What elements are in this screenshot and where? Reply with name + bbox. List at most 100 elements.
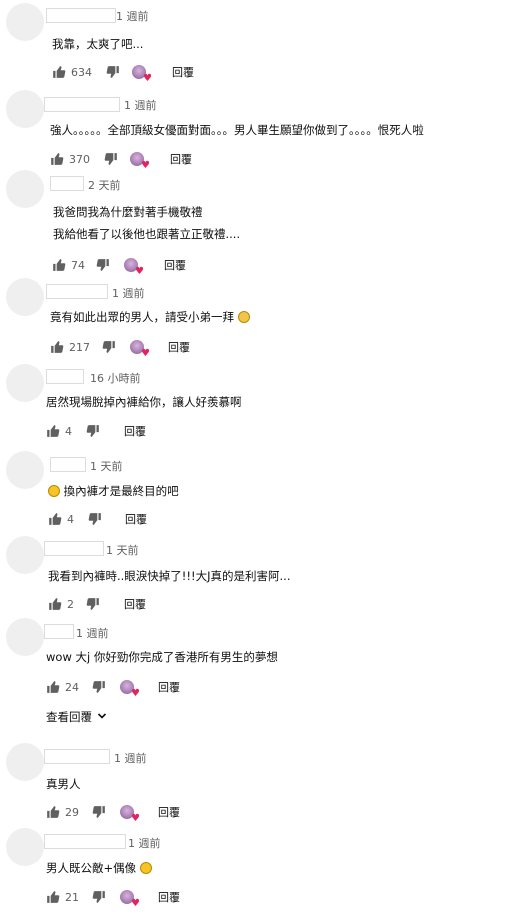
author-name[interactable] xyxy=(44,749,110,764)
dislike-button[interactable] xyxy=(104,151,118,167)
like-count: 29 xyxy=(65,805,79,819)
comment-time[interactable]: 1 天前 xyxy=(90,458,123,474)
grinning-emoji-icon xyxy=(139,862,152,874)
comment-actions: 21 ♥ 回覆 xyxy=(46,889,506,909)
reply-button[interactable]: 回覆 xyxy=(158,804,180,820)
avatar[interactable] xyxy=(6,278,44,316)
like-button[interactable]: 24 xyxy=(46,679,79,695)
thumbs-down-icon xyxy=(86,424,100,438)
comment-text: 居然現場脫掉內褲給你，讓人好羨慕啊 xyxy=(46,394,242,410)
dislike-button[interactable] xyxy=(92,804,106,820)
comment-time[interactable]: 16 小時前 xyxy=(90,370,141,386)
author-name[interactable] xyxy=(44,541,104,556)
creator-avatar-heart-icon: ♥ xyxy=(132,65,152,84)
view-replies-button[interactable]: 查看回覆 xyxy=(46,709,107,725)
like-count: 634 xyxy=(71,65,92,79)
reply-button[interactable]: 回覆 xyxy=(164,257,186,273)
thumbs-down-icon xyxy=(96,258,110,272)
like-button[interactable]: 634 xyxy=(52,64,92,80)
reply-button[interactable]: 回覆 xyxy=(125,511,147,527)
thumbs-up-icon xyxy=(50,340,64,354)
dislike-button[interactable] xyxy=(106,64,120,80)
like-button[interactable]: 370 xyxy=(50,151,90,167)
reply-label: 回覆 xyxy=(124,425,146,438)
laughing-emoji-icon xyxy=(48,485,60,497)
comment-time[interactable]: 1 週前 xyxy=(76,625,109,641)
thumbs-up-icon xyxy=(48,597,62,611)
thumbs-down-icon xyxy=(92,805,106,819)
avatar[interactable] xyxy=(6,618,44,656)
author-name[interactable] xyxy=(50,176,84,191)
comment-text: 強人。。。。。全部頂級女優面對面。。。男人畢生願望你做到了。。。。恨死人啦 xyxy=(50,122,424,138)
comment-time[interactable]: 1 週前 xyxy=(124,97,157,113)
comment-time[interactable]: 1 週前 xyxy=(112,285,145,301)
author-name[interactable] xyxy=(46,369,84,384)
creator-avatar-heart-icon: ♥ xyxy=(130,152,150,171)
like-button[interactable]: 21 xyxy=(46,889,79,905)
bowing-emoji-icon xyxy=(237,311,250,323)
avatar[interactable] xyxy=(6,743,44,781)
author-name[interactable] xyxy=(44,834,126,849)
thumbs-down-icon xyxy=(92,890,106,904)
like-button[interactable]: 4 xyxy=(48,511,74,527)
author-name[interactable] xyxy=(46,284,108,299)
comment-text-line: 男人既公敵+偶像 xyxy=(46,861,137,875)
reply-label: 回覆 xyxy=(124,598,146,611)
reply-button[interactable]: 回覆 xyxy=(170,151,192,167)
thumbs-up-icon xyxy=(52,65,66,79)
like-button[interactable]: 2 xyxy=(48,596,74,612)
creator-heart: ♥ xyxy=(130,151,150,171)
comment-time[interactable]: 1 週前 xyxy=(114,750,147,766)
thumbs-down-icon xyxy=(104,152,118,166)
like-count: 24 xyxy=(65,680,79,694)
comment-time[interactable]: 1 週前 xyxy=(128,835,161,851)
dislike-button[interactable] xyxy=(86,423,100,439)
avatar[interactable] xyxy=(6,3,44,41)
dislike-button[interactable] xyxy=(92,679,106,695)
creator-heart: ♥ xyxy=(132,64,152,84)
like-count: 370 xyxy=(69,152,90,166)
comment-text: 換內褲才是最終目的吧 xyxy=(48,483,179,499)
avatar[interactable] xyxy=(6,170,44,208)
creator-heart: ♥ xyxy=(120,889,140,909)
like-count: 74 xyxy=(71,258,85,272)
author-name[interactable] xyxy=(44,624,74,639)
avatar[interactable] xyxy=(6,536,44,574)
comment-time[interactable]: 1 週前 xyxy=(116,8,149,24)
reply-button[interactable]: 回覆 xyxy=(168,339,190,355)
dislike-button[interactable] xyxy=(88,511,102,527)
chevron-down-icon xyxy=(97,710,107,724)
dislike-button[interactable] xyxy=(102,339,116,355)
avatar[interactable] xyxy=(6,90,44,128)
reply-button[interactable]: 回覆 xyxy=(172,64,194,80)
author-name[interactable] xyxy=(44,97,120,112)
reply-button[interactable]: 回覆 xyxy=(158,889,180,905)
comment-time[interactable]: 2 天前 xyxy=(88,177,121,193)
like-button[interactable]: 74 xyxy=(52,257,85,273)
dislike-button[interactable] xyxy=(86,596,100,612)
reply-label: 回覆 xyxy=(125,513,147,526)
avatar[interactable] xyxy=(6,364,44,402)
like-button[interactable]: 29 xyxy=(46,804,79,820)
like-button[interactable]: 217 xyxy=(50,339,90,355)
comment-actions: 4 回覆 xyxy=(48,511,508,527)
thumbs-up-icon xyxy=(48,512,62,526)
like-button[interactable]: 4 xyxy=(46,423,72,439)
dislike-button[interactable] xyxy=(92,889,106,905)
reply-button[interactable]: 回覆 xyxy=(124,423,146,439)
comment-actions: 4 回覆 xyxy=(46,423,506,439)
avatar[interactable] xyxy=(6,451,44,489)
creator-heart: ♥ xyxy=(120,679,140,699)
creator-avatar-heart-icon: ♥ xyxy=(120,680,140,699)
comment-text: 我靠，太爽了吧... xyxy=(52,36,143,52)
avatar[interactable] xyxy=(6,828,44,866)
comment-text: 真男人 xyxy=(46,776,81,792)
comment-time[interactable]: 1 天前 xyxy=(106,542,139,558)
reply-button[interactable]: 回覆 xyxy=(124,596,146,612)
reply-button[interactable]: 回覆 xyxy=(158,679,180,695)
author-name[interactable] xyxy=(46,8,116,23)
creator-heart: ♥ xyxy=(120,804,140,824)
author-name[interactable] xyxy=(50,457,86,472)
reply-label: 回覆 xyxy=(168,341,190,354)
dislike-button[interactable] xyxy=(96,257,110,273)
